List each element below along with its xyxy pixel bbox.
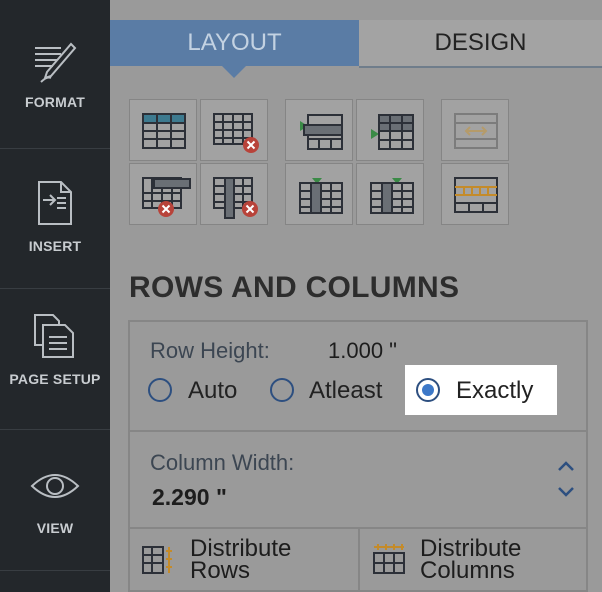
merge-cells-button[interactable] <box>441 99 509 161</box>
page-setup-icon <box>34 314 74 358</box>
chevron-up-icon[interactable] <box>557 460 575 472</box>
split-cells-button[interactable] <box>441 163 509 225</box>
insert-row-above-button[interactable] <box>285 99 353 161</box>
layout-panel: LAYOUT DESIGN ROWS AND COLUMNS Row Heigh… <box>110 0 602 592</box>
delete-row-button[interactable] <box>129 163 197 225</box>
sidebar-item-label: INSERT <box>28 238 82 254</box>
radio-exactly[interactable] <box>416 378 440 402</box>
tab-design[interactable]: DESIGN <box>359 20 602 68</box>
radio-exactly-label[interactable]: Exactly <box>456 377 533 405</box>
insert-row-below-button[interactable] <box>356 99 424 161</box>
delete-column-button[interactable] <box>200 163 268 225</box>
sidebar-item-label: FORMAT <box>24 94 86 110</box>
insert-column-right-icon <box>370 178 414 214</box>
insert-column-left-icon <box>299 178 343 214</box>
delete-table-button[interactable] <box>200 99 268 161</box>
distribute-rows-label-2: Rows <box>190 557 251 584</box>
column-width-value[interactable]: 2.290 " <box>152 484 227 511</box>
tab-bar: LAYOUT DESIGN <box>110 20 602 68</box>
sidebar-item-label: VIEW <box>36 520 74 536</box>
distribute-columns-button[interactable]: Distribute Columns <box>358 527 588 592</box>
insert-row-above-icon <box>300 114 343 150</box>
merge-cells-icon <box>454 113 498 149</box>
insert-row-below-icon <box>371 114 414 150</box>
split-cells-icon <box>454 177 498 213</box>
distribute-rows-button[interactable]: Distribute Rows <box>128 527 360 592</box>
delete-table-icon <box>213 113 259 153</box>
radio-auto[interactable] <box>148 378 172 402</box>
column-width-label: Column Width: <box>150 450 295 475</box>
pen-icon <box>35 42 77 83</box>
delete-column-icon <box>213 177 258 219</box>
insert-column-left-button[interactable] <box>285 163 353 225</box>
radio-auto-label[interactable]: Auto <box>188 377 237 405</box>
sidebar-item-format[interactable]: FORMAT <box>0 6 110 149</box>
sidebar-item-page-setup[interactable]: PAGE SETUP <box>0 289 110 430</box>
eye-icon <box>30 474 80 498</box>
radio-atleast[interactable] <box>270 378 294 402</box>
row-height-value[interactable]: 1.000 " <box>328 338 397 364</box>
distribute-columns-label-2: Columns <box>420 557 515 584</box>
insert-document-icon <box>38 181 72 225</box>
section-title: ROWS AND COLUMNS <box>129 271 460 304</box>
column-width-box <box>128 430 588 530</box>
tab-layout[interactable]: LAYOUT <box>110 20 359 66</box>
insert-table-icon <box>142 113 186 149</box>
sidebar-item-insert[interactable]: INSERT <box>0 148 110 289</box>
sidebar: FORMAT INSERT PAGE SETUP VIEW <box>0 0 110 592</box>
sidebar-item-view[interactable]: VIEW <box>0 430 110 571</box>
insert-table-button[interactable] <box>129 99 197 161</box>
sidebar-item-label: PAGE SETUP <box>9 371 101 387</box>
chevron-down-icon[interactable] <box>557 486 575 498</box>
delete-row-icon <box>142 177 191 217</box>
radio-atleast-label[interactable]: Atleast <box>309 377 382 405</box>
distribute-columns-icon <box>373 544 405 574</box>
insert-column-right-button[interactable] <box>356 163 424 225</box>
distribute-rows-icon <box>142 546 172 574</box>
row-height-label: Row Height: <box>150 338 270 363</box>
active-tab-indicator <box>222 66 246 78</box>
